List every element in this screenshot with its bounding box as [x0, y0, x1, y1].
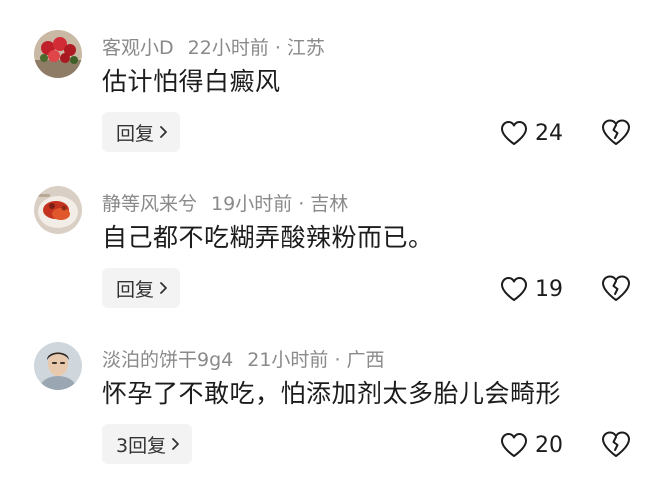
- timestamp: 22小时前: [187, 37, 269, 59]
- chevron-right-icon: [172, 438, 179, 450]
- heart-icon: [501, 433, 527, 457]
- broken-heart-icon: [602, 431, 630, 457]
- username[interactable]: 客观小D: [102, 37, 174, 59]
- like-count: 20: [535, 432, 563, 458]
- location: 吉林: [310, 193, 349, 215]
- comment-text: 估计怕得白癜风: [102, 67, 281, 96]
- reply-label: 3回复: [116, 434, 167, 457]
- dislike-button[interactable]: [601, 430, 631, 458]
- reply-label: 回复: [116, 278, 155, 301]
- food-plate-avatar-icon: [34, 186, 82, 234]
- comment-item: 静等风来兮 19小时前 · 吉林 自己都不吃糊弄酸辣粉而已。 回复 19: [0, 186, 660, 342]
- like-button[interactable]: 20: [500, 430, 563, 460]
- comment-meta: 客观小D 22小时前 · 江苏: [102, 36, 325, 60]
- like-button[interactable]: 24: [500, 118, 563, 148]
- person-photo-avatar-icon: [34, 342, 82, 390]
- meta-separator: ·: [274, 37, 281, 59]
- reply-button[interactable]: 3回复: [102, 424, 193, 464]
- heart-icon: [501, 277, 527, 301]
- heart-icon: [501, 121, 527, 145]
- chevron-right-icon: [160, 126, 167, 138]
- reply-button[interactable]: 回复: [102, 268, 181, 308]
- meta-separator: ·: [334, 349, 341, 371]
- comment-item: 客观小D 22小时前 · 江苏 估计怕得白癜风 回复 24: [0, 30, 660, 186]
- avatar[interactable]: [34, 30, 82, 78]
- like-count: 24: [535, 120, 563, 146]
- comment-item: 淡泊的饼干9g4 21小时前 · 广西 怀孕了不敢吃，怕添加剂太多胎儿会畸形 3回复 …: [0, 342, 660, 498]
- like-button[interactable]: 19: [500, 274, 563, 304]
- reply-label: 回复: [116, 122, 155, 145]
- timestamp: 21小时前: [247, 349, 329, 371]
- avatar[interactable]: [34, 186, 82, 234]
- username[interactable]: 静等风来兮: [102, 193, 197, 215]
- chevron-right-icon: [160, 282, 167, 294]
- comment-text: 自己都不吃糊弄酸辣粉而已。: [102, 223, 434, 252]
- meta-separator: ·: [298, 193, 305, 215]
- dislike-button[interactable]: [601, 274, 631, 302]
- comment-text: 怀孕了不敢吃，怕添加剂太多胎儿会畸形: [102, 379, 562, 408]
- like-count: 19: [535, 276, 563, 302]
- avatar[interactable]: [34, 342, 82, 390]
- timestamp: 19小时前: [211, 193, 293, 215]
- comment-meta: 静等风来兮 19小时前 · 吉林: [102, 192, 348, 216]
- reply-button[interactable]: 回复: [102, 112, 181, 152]
- location: 江苏: [286, 37, 325, 59]
- dislike-button[interactable]: [601, 118, 631, 146]
- comment-meta: 淡泊的饼干9g4 21小时前 · 广西: [102, 348, 385, 372]
- broken-heart-icon: [602, 119, 630, 145]
- location: 广西: [346, 349, 385, 371]
- username[interactable]: 淡泊的饼干9g4: [102, 349, 233, 371]
- flower-bouquet-avatar-icon: [34, 30, 82, 78]
- broken-heart-icon: [602, 275, 630, 301]
